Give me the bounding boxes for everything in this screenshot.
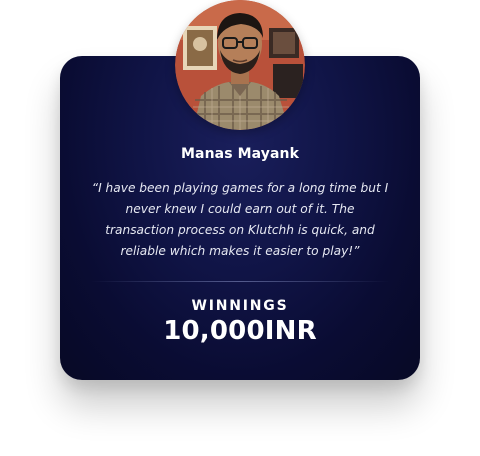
user-name: Manas Mayank [181, 146, 299, 162]
divider [90, 281, 390, 282]
testimonial-stage: Manas Mayank “I have been playing games … [0, 0, 480, 456]
quote-line: “I have been playing games for a long ti… [91, 181, 389, 195]
quote-line: never knew I could earn out of it. The [125, 202, 355, 216]
testimonial-quote: “I have been playing games for a long ti… [62, 178, 418, 262]
winnings-label: WINNINGS [191, 298, 289, 314]
quote-line: reliable which makes it easier to play!” [120, 244, 360, 258]
winnings-value: 10,000INR [163, 316, 317, 346]
user-photo-icon [175, 0, 305, 130]
avatar [175, 0, 305, 130]
quote-line: transaction process on Klutchh is quick,… [105, 223, 375, 237]
